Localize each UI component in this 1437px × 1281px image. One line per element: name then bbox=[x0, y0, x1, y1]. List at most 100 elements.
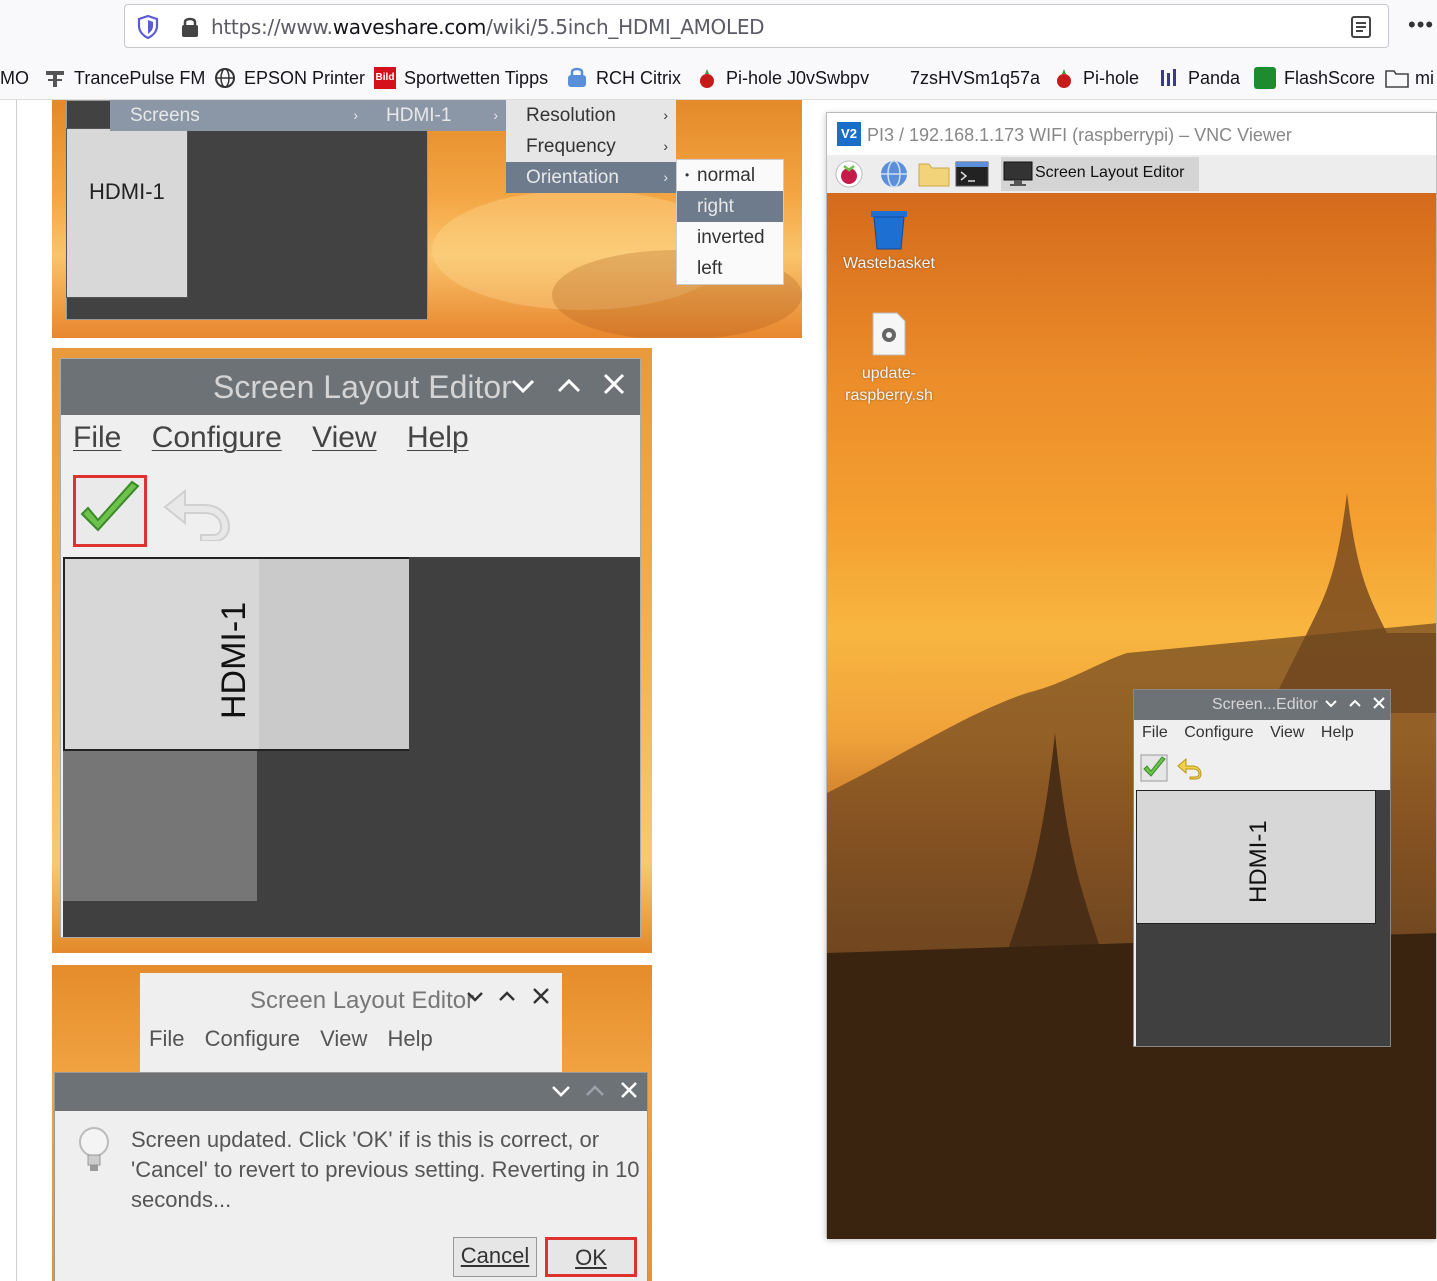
confirm-dialog-screenshot: Screen Layout Editor File Configure View… bbox=[52, 965, 652, 1281]
menu-file[interactable]: File bbox=[149, 1026, 184, 1051]
close-icon[interactable] bbox=[1372, 695, 1386, 717]
lock-badge-icon bbox=[566, 67, 588, 89]
hdmi-display-box[interactable]: HDMI-1 bbox=[63, 557, 409, 751]
menu-configure[interactable]: Configure bbox=[152, 421, 282, 454]
hdmi-display-box[interactable]: HDMI-1 bbox=[1136, 790, 1376, 924]
globe-icon bbox=[214, 67, 236, 89]
undo-icon[interactable] bbox=[1176, 756, 1202, 785]
menu-file[interactable]: File bbox=[73, 421, 121, 454]
vnc-viewer-window: V2 PI3 / 192.168.1.173 WIFI (raspberrypi… bbox=[826, 112, 1437, 1239]
menu-help[interactable]: Help bbox=[407, 421, 469, 454]
hdmi-display-box: HDMI-1 bbox=[66, 128, 188, 298]
bookmark-item[interactable]: Panda bbox=[1158, 66, 1240, 90]
close-icon[interactable] bbox=[532, 987, 550, 1013]
screen-layout-editor-window: Screen...Editor File Configure View Help… bbox=[1133, 689, 1391, 1047]
undo-icon[interactable] bbox=[161, 485, 231, 546]
menu-view[interactable]: View bbox=[312, 421, 376, 454]
menu-help[interactable]: Help bbox=[1321, 724, 1354, 741]
maximize-icon bbox=[585, 1077, 605, 1112]
menu-item-left[interactable]: left bbox=[677, 253, 783, 284]
script-file-icon[interactable] bbox=[871, 311, 907, 362]
trash-icon[interactable] bbox=[867, 207, 911, 256]
bookmark-item[interactable]: TrancePulse FM bbox=[44, 66, 205, 90]
hdmi-label: HDMI-1 bbox=[215, 601, 253, 719]
bookmark-item[interactable]: EPSON Printer bbox=[214, 66, 365, 90]
flashscore-icon bbox=[1254, 67, 1276, 89]
minimize-icon[interactable] bbox=[509, 367, 537, 415]
layout-canvas: HDMI-1 bbox=[63, 557, 640, 937]
apply-checkmark-icon[interactable] bbox=[1140, 754, 1168, 787]
dialog-titlebar bbox=[55, 1073, 647, 1111]
bookmark-item[interactable]: RCH Citrix bbox=[566, 66, 681, 90]
dialog-message: Screen updated. Click 'OK' if is this is… bbox=[131, 1127, 640, 1212]
menu-item-orientation[interactable]: Orientation › bbox=[506, 162, 676, 193]
menu-file[interactable]: File bbox=[1142, 724, 1168, 741]
apply-checkmark-icon[interactable] bbox=[73, 475, 147, 547]
file-manager-icon[interactable] bbox=[917, 160, 951, 188]
desktop-icon-label[interactable]: raspberry.sh bbox=[829, 385, 949, 407]
bookmark-item[interactable]: Bild Sportwetten Tipps bbox=[374, 66, 548, 90]
lightbulb-icon bbox=[77, 1125, 111, 1180]
menu-item-frequency[interactable]: Frequency › bbox=[506, 131, 676, 162]
bookmark-folder[interactable]: mi bbox=[1385, 66, 1434, 90]
maximize-icon[interactable] bbox=[555, 367, 583, 415]
minimize-icon[interactable] bbox=[551, 1077, 571, 1112]
ok-button[interactable]: OK bbox=[545, 1237, 637, 1277]
lock-icon[interactable] bbox=[179, 15, 201, 44]
reader-view-icon[interactable] bbox=[1350, 15, 1372, 44]
raspberry-menu-icon[interactable] bbox=[835, 160, 863, 188]
menubar: File Configure View Help bbox=[149, 1026, 447, 1052]
terminal-icon[interactable] bbox=[955, 160, 989, 188]
pi-desktop: Wastebasket update- raspberry.sh Screen.… bbox=[827, 193, 1436, 1239]
radio-icon bbox=[44, 67, 66, 89]
minimize-icon[interactable] bbox=[466, 987, 484, 1013]
menu-item-right[interactable]: right bbox=[677, 191, 783, 222]
page-margin-line bbox=[16, 100, 17, 1281]
monitor-icon bbox=[1003, 160, 1033, 188]
menu-configure[interactable]: Configure bbox=[205, 1026, 300, 1051]
bookmark-item[interactable]: Pi-hole bbox=[1053, 66, 1139, 90]
bookmark-item[interactable]: MO bbox=[0, 66, 29, 90]
vnc-titlebar: V2 PI3 / 192.168.1.173 WIFI (raspberrypi… bbox=[827, 113, 1436, 155]
browser-globe-icon[interactable] bbox=[879, 160, 907, 188]
bookmark-item[interactable]: Pi-hole J0vSwbpv bbox=[696, 66, 869, 90]
menu-help[interactable]: Help bbox=[388, 1026, 433, 1051]
minimize-icon[interactable] bbox=[1324, 695, 1338, 717]
orientation-menu-screenshot: HDMI-1 Screens › HDMI-1 › Resolution › Freq… bbox=[52, 100, 802, 338]
desktop-icon-label[interactable]: update- bbox=[829, 363, 949, 385]
close-icon[interactable] bbox=[619, 1077, 639, 1112]
confirmation-dialog: Screen updated. Click 'OK' if is this is… bbox=[54, 1072, 648, 1281]
menu-item-resolution[interactable]: Resolution › bbox=[506, 100, 676, 131]
vnc-title: PI3 / 192.168.1.173 WIFI (raspberrypi) –… bbox=[867, 125, 1292, 145]
more-actions-icon[interactable]: ••• bbox=[1408, 12, 1434, 38]
menu-configure[interactable]: Configure bbox=[1184, 724, 1253, 741]
maximize-icon[interactable] bbox=[1348, 695, 1362, 717]
vnc-logo-icon: V2 bbox=[837, 122, 861, 146]
menu-item-inverted[interactable]: inverted bbox=[677, 222, 783, 253]
menu-item-screens[interactable]: Screens › bbox=[110, 100, 366, 131]
cancel-button[interactable]: Cancel bbox=[453, 1237, 537, 1277]
browser-toolbar: https://www.waveshare.com/wiki/5.5inch_H… bbox=[0, 0, 1437, 52]
display-highlight bbox=[259, 559, 409, 749]
bookmark-item[interactable]: FlashScore bbox=[1254, 66, 1375, 90]
hdmi-label: HDMI-1 bbox=[1245, 820, 1272, 903]
menu-item-normal[interactable]: • normal bbox=[677, 160, 783, 191]
menu-item-hdmi[interactable]: HDMI-1 › bbox=[366, 100, 506, 131]
address-bar[interactable]: https://www.waveshare.com/wiki/5.5inch_H… bbox=[124, 4, 1389, 48]
menu-view[interactable]: View bbox=[1270, 724, 1304, 741]
taskbar-item-screen-layout-editor[interactable]: Screen Layout Editor bbox=[1001, 157, 1199, 191]
tracking-protection-icon[interactable] bbox=[137, 14, 159, 44]
maximize-icon[interactable] bbox=[498, 987, 516, 1013]
bookmark-item[interactable]: 7zsHVSm1q57a bbox=[910, 66, 1040, 90]
url-text[interactable]: https://www.waveshare.com/wiki/5.5inch_H… bbox=[211, 15, 765, 39]
screens-menu: Screens › bbox=[110, 100, 366, 131]
bild-logo-icon: Bild bbox=[374, 67, 396, 89]
display-settings-submenu: Resolution › Frequency › Orientation › bbox=[506, 100, 676, 193]
previous-position-shadow bbox=[63, 751, 257, 901]
pi-taskbar: Screen Layout Editor bbox=[827, 155, 1436, 193]
close-icon[interactable] bbox=[601, 367, 629, 415]
menubar: File Configure View Help bbox=[1142, 724, 1366, 742]
menu-view[interactable]: View bbox=[320, 1026, 367, 1051]
window-titlebar: Screen...Editor bbox=[1134, 690, 1390, 720]
desktop-icon-label[interactable]: Wastebasket bbox=[829, 253, 949, 275]
